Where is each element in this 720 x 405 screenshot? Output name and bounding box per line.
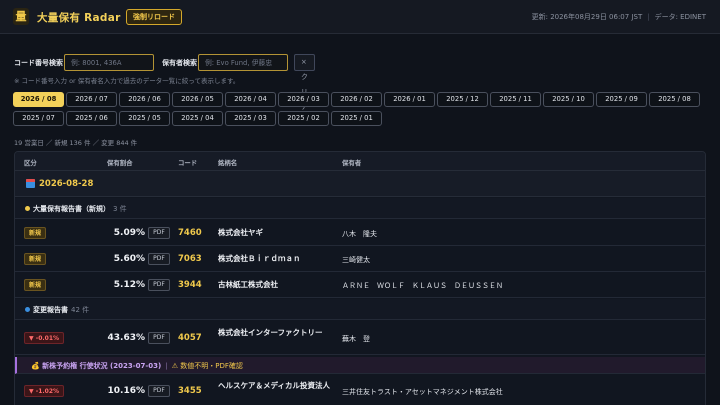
force-reload-button[interactable]: 強制リロード xyxy=(126,9,182,25)
month-button[interactable]: 2026 / 07 xyxy=(66,92,117,107)
code-search-label: コード番号検索 xyxy=(14,59,63,67)
code-search-input[interactable] xyxy=(64,54,154,71)
table-row[interactable]: ▼ -1.02% 10.16% PDF 3455 ヘルスケア＆メディカル投資法人… xyxy=(15,375,705,405)
change-down-badge: ▼ -1.02% xyxy=(24,385,65,397)
app-logo-icon: 量 xyxy=(13,8,29,25)
table-header: 区分 保有割合 コード 銘柄名 保有者 xyxy=(15,152,705,171)
month-button[interactable]: 2025 / 04 xyxy=(172,111,223,126)
data-source: データ: EDINET xyxy=(654,13,706,21)
month-button[interactable]: 2026 / 06 xyxy=(119,92,170,107)
table-row[interactable]: 新規 5.60% PDF 7063 株式会社Ｂｉｒｄｍａｎ 三崎健太 xyxy=(15,246,705,272)
security-code[interactable]: 7460 xyxy=(178,228,202,238)
holder-name[interactable]: 三井住友トラスト・アセットマネジメント株式会社 xyxy=(342,387,503,397)
month-button[interactable]: 2025 / 11 xyxy=(490,92,541,107)
section-label: 変更報告書 42 件 xyxy=(33,306,90,314)
pdf-button[interactable]: PDF xyxy=(148,332,170,344)
meta-separator: | xyxy=(647,13,650,21)
month-button[interactable]: 2025 / 01 xyxy=(331,111,382,126)
month-button[interactable]: 2026 / 01 xyxy=(384,92,435,107)
column-header-ratio: 保有割合 xyxy=(107,159,133,167)
section-count: 42 件 xyxy=(71,306,90,314)
pdf-button[interactable]: PDF xyxy=(148,279,170,291)
holder-search-label: 保有者検索 xyxy=(162,59,197,67)
column-header-code: コード xyxy=(178,159,198,167)
holding-ratio: 5.09% xyxy=(113,228,145,238)
change-section-dot-icon xyxy=(25,307,30,312)
month-button[interactable]: 2025 / 05 xyxy=(119,111,170,126)
section-new-filings: 大量保有報告書（新規） 3 件 xyxy=(15,198,705,219)
app-header: 量 大量保有 Radar 強制リロード 更新: 2026年08月29日 06:0… xyxy=(0,0,720,34)
issuer-name: ヘルスケア＆メディカル投資法人 xyxy=(218,381,330,390)
search-hint: ※ コード番号入力 or 保有者名入力で過去のデータ一覧に絞って表示します。 xyxy=(14,77,240,85)
pdf-button[interactable]: PDF xyxy=(148,385,170,397)
table-row[interactable]: 新規 5.12% PDF 3944 古林紙工株式会社 ＡＲＮＥ ＷＯＬＦ ＫＬＡ… xyxy=(15,272,705,298)
app-title: 大量保有 Radar xyxy=(37,12,121,24)
month-button[interactable]: 2025 / 02 xyxy=(278,111,329,126)
month-button[interactable]: 2026 / 03 xyxy=(278,92,329,107)
month-button[interactable]: 2025 / 10 xyxy=(543,92,594,107)
new-badge: 新規 xyxy=(24,253,47,265)
warning-text: ⚠ 数値不明・PDF確認 xyxy=(171,362,243,370)
month-button[interactable]: 2025 / 03 xyxy=(225,111,276,126)
group-date: 2026-08-28 xyxy=(39,179,94,189)
month-button[interactable]: 2026 / 04 xyxy=(225,92,276,107)
security-code[interactable]: 3944 xyxy=(178,280,202,290)
month-button[interactable]: 2025 / 09 xyxy=(596,92,647,107)
holding-ratio: 10.16% xyxy=(107,386,146,396)
holder-name[interactable]: ＡＲＮＥ ＷＯＬＦ ＫＬＡＵＳ ＤＥＵＳＳＥＮ xyxy=(342,281,503,291)
holder-name[interactable]: 蕪木 登 xyxy=(342,334,370,344)
issuer-name: 株式会社ヤギ xyxy=(218,228,263,237)
column-header-type: 区分 xyxy=(24,159,37,167)
new-badge: 新規 xyxy=(24,227,47,239)
month-button[interactable]: 2026 / 02 xyxy=(331,92,382,107)
period-summary: 19 営業日 ／ 新規 136 件 ／ 変更 844 件 xyxy=(14,139,138,147)
holder-name[interactable]: 三崎健太 xyxy=(342,255,370,265)
column-header-holder: 保有者 xyxy=(342,159,362,167)
holding-ratio: 43.63% xyxy=(107,333,146,343)
month-button[interactable]: 2026 / 08 xyxy=(13,92,64,107)
header-meta: 更新: 2026年08月29日 06:07 JST | データ: EDINET xyxy=(532,12,706,22)
new-badge: 新規 xyxy=(24,279,47,291)
clear-button[interactable]: × クリア xyxy=(294,54,315,111)
exercise-status-note: 💰 新株予約権 行使状況 (2023-07-03) | ⚠ 数値不明・PDF確認 xyxy=(15,357,705,374)
change-down-badge: ▼ -0.01% xyxy=(24,332,65,344)
holder-name[interactable]: 八木 隆夫 xyxy=(342,229,377,239)
date-group-header: 2026-08-28 xyxy=(15,171,705,197)
table-row[interactable]: ▼ -0.01% 43.63% PDF 4057 株式会社インターファクトリー … xyxy=(15,321,705,355)
pdf-button[interactable]: PDF xyxy=(148,227,170,239)
month-button[interactable]: 2025 / 08 xyxy=(649,92,700,107)
month-button[interactable]: 2026 / 05 xyxy=(172,92,223,107)
section-count: 3 件 xyxy=(113,205,127,213)
holding-ratio: 5.60% xyxy=(113,254,145,264)
security-code[interactable]: 7063 xyxy=(178,254,202,264)
month-button[interactable]: 2025 / 06 xyxy=(66,111,117,126)
new-section-dot-icon xyxy=(25,206,30,211)
security-code[interactable]: 3455 xyxy=(178,386,202,396)
money-bag-icon: 💰 xyxy=(31,362,40,370)
calendar-icon xyxy=(26,179,35,188)
section-change-reports: 変更報告書 42 件 xyxy=(15,299,705,320)
filings-table: 区分 保有割合 コード 銘柄名 保有者 2026-08-28 大量保有報告書（新… xyxy=(14,151,706,405)
month-button[interactable]: 2025 / 07 xyxy=(13,111,64,126)
updated-timestamp: 更新: 2026年08月29日 06:07 JST xyxy=(531,13,643,21)
table-row[interactable]: 新規 5.09% PDF 7460 株式会社ヤギ 八木 隆夫 xyxy=(15,220,705,246)
security-code[interactable]: 4057 xyxy=(178,333,202,343)
issuer-name: 株式会社インターファクトリー xyxy=(218,328,323,337)
month-button[interactable]: 2025 / 12 xyxy=(437,92,488,107)
section-label: 大量保有報告書（新規） 3 件 xyxy=(33,205,127,213)
issuer-name: 株式会社Ｂｉｒｄｍａｎ xyxy=(218,254,301,263)
column-header-issuer: 銘柄名 xyxy=(218,159,238,167)
issuer-name: 古林紙工株式会社 xyxy=(218,280,278,289)
holder-search-input[interactable] xyxy=(198,54,288,71)
note-text: 💰 新株予約権 行使状況 (2023-07-03) | ⚠ 数値不明・PDF確認 xyxy=(31,362,243,370)
pdf-button[interactable]: PDF xyxy=(148,253,170,265)
holding-ratio: 5.12% xyxy=(113,280,145,290)
